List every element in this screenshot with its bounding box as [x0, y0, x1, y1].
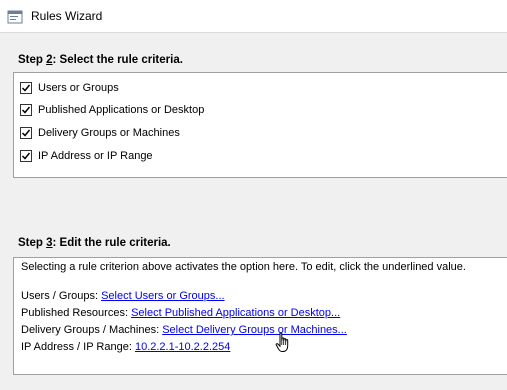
checkbox-users-groups[interactable] — [20, 82, 32, 94]
criteria-list: Users or Groups Published Applications o… — [13, 72, 507, 178]
title-bar: Rules Wizard — [0, 0, 507, 32]
step2-heading: Step 2: Select the rule criteria. — [18, 54, 183, 66]
criteria-editor: Selecting a rule criterion above activat… — [13, 257, 507, 375]
criterion-label: Users or Groups — [38, 82, 119, 94]
criterion-ip-address[interactable]: IP Address or IP Range — [20, 148, 153, 164]
editor-row-users: Users / Groups: Select Users or Groups..… — [21, 290, 225, 302]
select-delivery-groups-link[interactable]: Select Delivery Groups or Machines... — [162, 324, 347, 336]
editor-row-delivery: Delivery Groups / Machines: Select Deliv… — [21, 324, 347, 336]
step3-text: : Edit the rule criteria. — [52, 237, 171, 249]
criterion-label: Published Applications or Desktop — [38, 104, 205, 116]
rules-wizard-icon — [7, 9, 23, 25]
editor-row-ip: IP Address / IP Range: 10.2.2.1-10.2.2.2… — [21, 341, 230, 353]
title-divider — [0, 32, 507, 33]
editor-instructions: Selecting a rule criterion above activat… — [21, 261, 466, 273]
editor-row-label: Delivery Groups / Machines: — [21, 324, 163, 336]
checkbox-published-apps[interactable] — [20, 104, 32, 116]
step3-prefix: Step — [18, 237, 47, 249]
hand-cursor-icon — [275, 332, 293, 354]
checkbox-delivery-groups[interactable] — [20, 127, 32, 139]
criterion-label: Delivery Groups or Machines — [38, 127, 180, 139]
criterion-published-apps[interactable]: Published Applications or Desktop — [20, 102, 204, 118]
ip-range-link[interactable]: 10.2.2.1-10.2.2.254 — [135, 341, 230, 353]
editor-row-label: Users / Groups: — [21, 290, 102, 302]
step2-text: : Select the rule criteria. — [52, 54, 183, 66]
select-users-link[interactable]: Select Users or Groups... — [101, 290, 225, 302]
criterion-label: IP Address or IP Range — [38, 150, 153, 162]
checkbox-ip-address[interactable] — [20, 150, 32, 162]
criterion-delivery-groups[interactable]: Delivery Groups or Machines — [20, 125, 180, 141]
select-published-apps-link[interactable]: Select Published Applications or Desktop… — [131, 307, 340, 319]
editor-row-label: IP Address / IP Range: — [21, 341, 135, 353]
step3-heading: Step 3: Edit the rule criteria. — [18, 237, 171, 249]
window-title: Rules Wizard — [31, 9, 103, 23]
editor-row-resources: Published Resources: Select Published Ap… — [21, 307, 340, 319]
criterion-users-groups[interactable]: Users or Groups — [20, 80, 119, 96]
step2-prefix: Step — [18, 54, 47, 66]
editor-row-label: Published Resources: — [21, 307, 132, 319]
